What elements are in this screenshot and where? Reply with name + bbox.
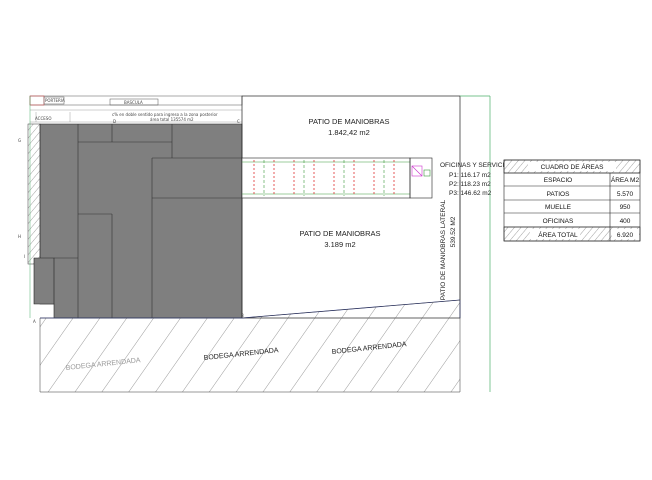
patio-top-area: 1.842,42 m2 xyxy=(328,128,370,137)
access-note-line2: área total 135574 m2 xyxy=(150,117,194,122)
areas-table-title: CUADRO DE ÁREAS xyxy=(541,162,605,171)
grid-label-c: C xyxy=(237,119,240,124)
grid-label-d: D xyxy=(113,119,116,124)
oficinas-line-p2: P2: 118.23 m2 xyxy=(449,181,491,188)
grid-label-h: H xyxy=(18,234,21,239)
areas-table-row-oficinas-area: 400 xyxy=(620,218,631,225)
areas-table: CUADRO DE ÁREAS ESPACIO ÁREA M2 PATIOS 5… xyxy=(503,159,641,242)
top-access-bar: PORTERIA BASCULA ACCESO c% en doble sent… xyxy=(29,95,243,123)
grid-label-i: I xyxy=(24,254,25,259)
patio-main-name: PATIO DE MANIOBRAS xyxy=(300,229,381,238)
grid-label-a: A xyxy=(33,319,36,324)
patio-top-name: PATIO DE MANIOBRAS xyxy=(309,117,390,126)
patio-lateral-name: PATIO DE MANIOBRAS LATERAL xyxy=(440,199,447,300)
grid-label-g: G xyxy=(18,138,21,143)
oficinas-title: OFICINAS Y SERVICIOS xyxy=(440,162,514,169)
areas-table-header-espacio: ESPACIO xyxy=(544,177,572,184)
bascula-label: BASCULA xyxy=(124,100,143,105)
areas-table-header-area: ÁREA M2 xyxy=(611,175,640,184)
porteria-label: PORTERIA xyxy=(45,98,65,103)
oficinas-line-p1: P1: 116.17 m2 xyxy=(449,172,491,179)
areas-table-row-oficinas-name: OFICINAS xyxy=(543,218,574,225)
areas-table-total-area: 6.920 xyxy=(617,232,634,239)
oficinas-line-p3: P3: 146.62 m2 xyxy=(449,190,492,197)
patio-main-area: 3.189 m2 xyxy=(324,240,355,249)
existing-building xyxy=(27,123,243,319)
areas-table-row-muelle-area: 950 xyxy=(620,204,631,211)
areas-table-row-muelle-name: MUELLE xyxy=(545,204,572,211)
acceso-label: ACCESO xyxy=(35,116,51,121)
site-plan: PORTERIA BASCULA ACCESO c% en doble sent… xyxy=(18,95,641,393)
areas-table-row-patios-name: PATIOS xyxy=(547,191,571,198)
loading-dock xyxy=(241,157,433,199)
areas-table-total-name: ÁREA TOTAL xyxy=(538,230,578,239)
patio-lateral-area: 539.52 M2 xyxy=(450,216,457,247)
areas-table-row-patios-area: 5.570 xyxy=(617,191,634,198)
